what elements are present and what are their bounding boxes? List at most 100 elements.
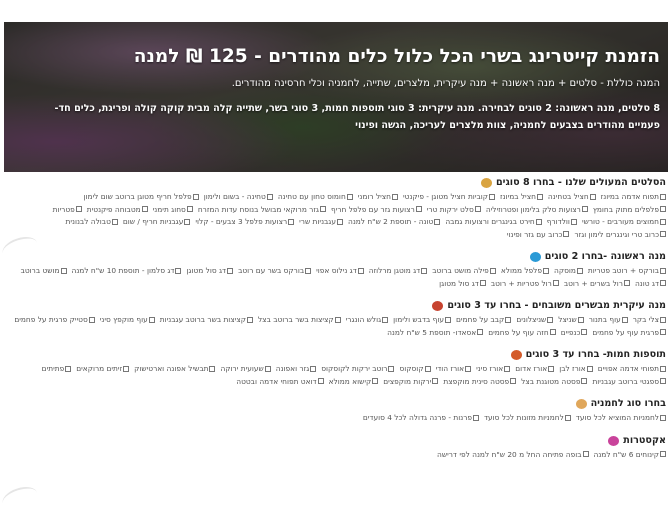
menu-option[interactable]: שניצלונים — [516, 314, 554, 327]
option-checkbox[interactable] — [305, 267, 312, 274]
menu-option[interactable]: חציל רומני — [358, 191, 399, 204]
menu-option[interactable]: קישוא ממולא — [329, 376, 379, 389]
option-checkbox[interactable] — [421, 267, 428, 274]
menu-option[interactable]: פסטה סינית מוקפצת — [443, 376, 517, 389]
option-checkbox[interactable] — [346, 193, 353, 200]
option-checkbox[interactable] — [621, 316, 628, 323]
menu-option[interactable]: עגבניות שרי — [299, 216, 343, 229]
menu-option[interactable]: קבב על פחמים — [456, 314, 512, 327]
menu-option[interactable]: סטייק פרגית על פחמים — [14, 314, 95, 327]
option-checkbox[interactable] — [576, 267, 583, 274]
menu-option[interactable]: טבולה לבנונית — [65, 216, 118, 229]
menu-option[interactable]: רצועות פלפל 3 צבעים - קלוי — [195, 216, 295, 229]
menu-option[interactable]: דג סול מטוגן — [439, 278, 486, 291]
menu-option[interactable]: זיתים מרוקאים — [76, 363, 130, 376]
option-checkbox[interactable] — [372, 378, 379, 384]
option-checkbox[interactable] — [586, 365, 593, 372]
option-checkbox[interactable] — [473, 414, 479, 421]
menu-option[interactable]: חציל במיונז — [500, 191, 543, 204]
menu-option[interactable]: דג סלמון - תוספת 10 ש"ח למנה — [72, 265, 182, 278]
menu-option[interactable]: אורז סיני — [476, 363, 511, 376]
option-checkbox[interactable] — [334, 316, 341, 323]
option-checkbox[interactable] — [582, 451, 589, 457]
option-checkbox[interactable] — [227, 267, 234, 274]
menu-option[interactable]: פילה מושט ברוטב — [432, 265, 496, 278]
option-checkbox[interactable] — [660, 193, 666, 200]
menu-option[interactable]: תבשיל אפונה וארטישוק — [134, 363, 216, 376]
menu-option[interactable]: כרוב טרי וגינגרים לימון וגזר — [574, 229, 666, 242]
menu-option[interactable]: לחמניות מזונות לכל סועד — [484, 412, 571, 425]
option-checkbox[interactable] — [432, 378, 439, 384]
menu-option[interactable]: מטבוחה פיקנטית — [87, 204, 148, 217]
option-checkbox[interactable] — [563, 231, 570, 237]
menu-option[interactable]: אורז הודי — [436, 363, 472, 376]
option-checkbox[interactable] — [192, 193, 199, 200]
option-checkbox[interactable] — [382, 316, 389, 323]
menu-option[interactable]: רוטב ירקות לקוסקוס — [321, 363, 395, 376]
menu-option[interactable]: ספגטי ברוטב עגבניות — [592, 376, 666, 389]
menu-option[interactable]: סלט ירקות טרי — [427, 204, 481, 217]
menu-option[interactable]: קוסקוס — [399, 363, 431, 376]
option-checkbox[interactable] — [75, 206, 82, 212]
menu-option[interactable]: פרנות - פרנה גדולה לכל 4 סועדים — [363, 412, 479, 425]
menu-option[interactable]: בורקס + רוטב פטריות — [588, 265, 666, 278]
menu-option[interactable]: תפוח אדמה במיונז — [601, 191, 666, 204]
menu-option[interactable]: ירקות מוקפצים — [383, 376, 439, 389]
option-checkbox[interactable] — [536, 193, 543, 200]
option-checkbox[interactable] — [505, 316, 512, 323]
option-checkbox[interactable] — [564, 414, 571, 421]
menu-option[interactable]: דג טונה — [635, 278, 666, 291]
option-checkbox[interactable] — [660, 329, 666, 335]
option-checkbox[interactable] — [581, 329, 588, 335]
menu-option[interactable]: צלי בקר — [633, 314, 666, 327]
option-checkbox[interactable] — [660, 231, 666, 237]
menu-option[interactable]: מושט ברוטב — [21, 265, 67, 278]
option-checkbox[interactable] — [444, 316, 451, 323]
menu-option[interactable]: טחינה - בשום ולימון — [204, 191, 273, 204]
menu-option[interactable]: חזה עוף על פחמים — [488, 327, 556, 340]
option-checkbox[interactable] — [548, 365, 555, 372]
option-checkbox[interactable] — [246, 316, 253, 323]
option-checkbox[interactable] — [543, 267, 549, 274]
option-checkbox[interactable] — [479, 280, 486, 286]
option-checkbox[interactable] — [660, 451, 666, 457]
menu-option[interactable]: חומוס טחון עם טחינה — [278, 191, 353, 204]
menu-option[interactable]: לחמניות המוציא לכל סועד — [576, 412, 666, 425]
option-checkbox[interactable] — [310, 365, 317, 372]
option-checkbox[interactable] — [266, 193, 273, 200]
menu-option[interactable]: רצועות סלק בלימון ופטרוזיליה — [486, 204, 588, 217]
option-checkbox[interactable] — [660, 365, 666, 372]
menu-option[interactable]: טונה - תוספת 2 ש"ח למנה — [348, 216, 441, 229]
option-checkbox[interactable] — [60, 267, 67, 274]
option-checkbox[interactable] — [175, 267, 182, 274]
menu-option[interactable]: דג מוטגן מרלוזה — [369, 265, 428, 278]
menu-option[interactable]: עגבניות חריף / שום — [123, 216, 191, 229]
option-checkbox[interactable] — [623, 280, 630, 286]
option-checkbox[interactable] — [388, 365, 395, 372]
menu-option[interactable]: גזר ואפונה — [276, 363, 317, 376]
option-checkbox[interactable] — [489, 193, 496, 200]
menu-option[interactable]: קוביות חציל מטוגן - פיקנטי — [403, 191, 496, 204]
menu-option[interactable]: כרוב עם גזר ופינוי — [507, 229, 570, 242]
option-checkbox[interactable] — [660, 206, 666, 212]
option-checkbox[interactable] — [148, 316, 155, 323]
menu-option[interactable]: תפוחי אדמה אפויים — [598, 363, 666, 376]
menu-option[interactable]: פסטה מטוגנת בצל — [521, 376, 588, 389]
option-checkbox[interactable] — [660, 378, 666, 384]
option-checkbox[interactable] — [336, 218, 343, 225]
option-checkbox[interactable] — [547, 316, 554, 323]
option-checkbox[interactable] — [123, 365, 130, 372]
option-checkbox[interactable] — [415, 206, 422, 212]
option-checkbox[interactable] — [264, 365, 271, 372]
option-checkbox[interactable] — [660, 267, 666, 274]
option-checkbox[interactable] — [589, 193, 596, 200]
option-checkbox[interactable] — [489, 267, 496, 274]
option-checkbox[interactable] — [184, 218, 191, 225]
option-checkbox[interactable] — [504, 365, 511, 372]
option-checkbox[interactable] — [186, 206, 193, 212]
menu-option[interactable]: בופה פתיחה החל מ 20 ש"ח למנה לפי דרישה — [437, 449, 589, 462]
menu-option[interactable]: דג נילוס אפוי — [316, 265, 364, 278]
menu-option[interactable]: אסאדו- תוספת 5 ש"ח למנה — [387, 327, 484, 340]
menu-option[interactable]: גולש הונגרי — [346, 314, 389, 327]
menu-option[interactable]: וולדורף — [547, 216, 577, 229]
